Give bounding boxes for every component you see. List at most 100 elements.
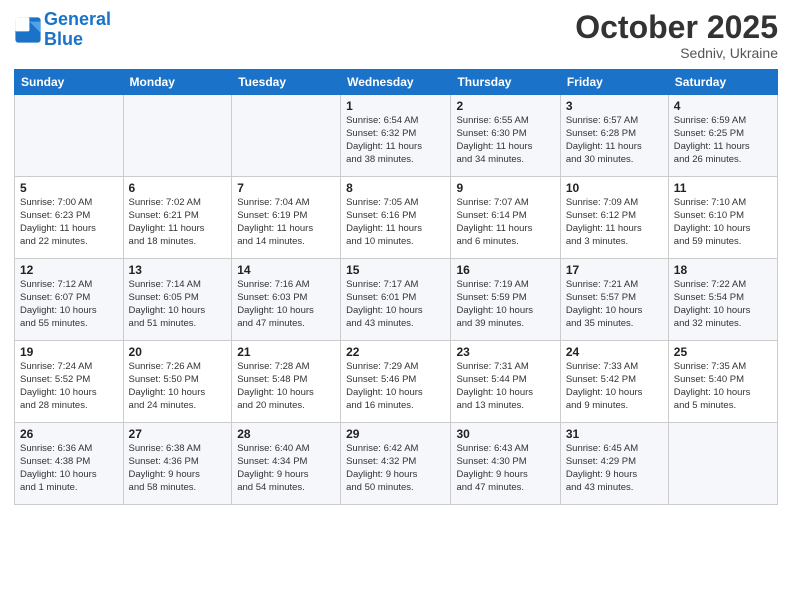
day-number: 11 [674, 181, 772, 195]
table-row: 11 Sunrise: 7:10 AM Sunset: 6:10 PM Dayli… [668, 177, 777, 259]
table-row: 17 Sunrise: 7:21 AM Sunset: 5:57 PM Dayli… [560, 259, 668, 341]
table-row: 6Sunrise: 7:02 AM Sunset: 6:21 PM Daylig… [123, 177, 232, 259]
day-number: 30 [456, 427, 554, 441]
title-block: October 2025 Sedniv, Ukraine [575, 10, 778, 61]
day-number: 14 [237, 263, 335, 277]
calendar-week-row: 5Sunrise: 7:00 AM Sunset: 6:23 PM Daylig… [15, 177, 778, 259]
day-number: 19 [20, 345, 118, 359]
table-row: 23 Sunrise: 7:31 AM Sunset: 5:44 PM Dayli… [451, 341, 560, 423]
calendar-week-row: 12 Sunrise: 7:12 AM Sunset: 6:07 PM Dayli… [15, 259, 778, 341]
table-row: 14Sunrise: 7:16 AM Sunset: 6:03 PM Dayli… [232, 259, 341, 341]
table-row: 15Sunrise: 7:17 AM Sunset: 6:01 PM Dayli… [341, 259, 451, 341]
day-number: 21 [237, 345, 335, 359]
day-number: 2 [456, 99, 554, 113]
day-info: Sunrise: 7:07 AM Sunset: 6:14 PM Dayligh… [456, 197, 554, 248]
table-row: 31 Sunrise: 6:45 AM Sunset: 4:29 PM Dayli… [560, 423, 668, 505]
day-info: Sunrise: 7:31 AM Sunset: 5:44 PM Dayligh… [456, 361, 554, 412]
col-monday: Monday [123, 70, 232, 95]
table-row [668, 423, 777, 505]
day-number: 24 [566, 345, 663, 359]
table-row: 20Sunrise: 7:26 AM Sunset: 5:50 PM Dayli… [123, 341, 232, 423]
col-saturday: Saturday [668, 70, 777, 95]
logo: General Blue [14, 10, 111, 50]
table-row: 5Sunrise: 7:00 AM Sunset: 6:23 PM Daylig… [15, 177, 124, 259]
day-number: 5 [20, 181, 118, 195]
table-row: 25 Sunrise: 7:35 AM Sunset: 5:40 PM Dayli… [668, 341, 777, 423]
day-number: 26 [20, 427, 118, 441]
table-row: 16 Sunrise: 7:19 AM Sunset: 5:59 PM Dayli… [451, 259, 560, 341]
day-number: 22 [346, 345, 445, 359]
day-info: Sunrise: 6:42 AM Sunset: 4:32 PM Dayligh… [346, 443, 445, 494]
table-row: 27 Sunrise: 6:38 AM Sunset: 4:36 PM Dayli… [123, 423, 232, 505]
calendar-week-row: 1 Sunrise: 6:54 AM Sunset: 6:32 PM Daylig… [15, 95, 778, 177]
table-row: 24Sunrise: 7:33 AM Sunset: 5:42 PM Dayli… [560, 341, 668, 423]
logo-icon [14, 16, 42, 44]
logo-blue: Blue [44, 29, 83, 49]
page: General Blue October 2025 Sedniv, Ukrain… [0, 0, 792, 612]
day-info: Sunrise: 6:38 AM Sunset: 4:36 PM Dayligh… [129, 443, 227, 494]
day-number: 25 [674, 345, 772, 359]
day-info: Sunrise: 7:35 AM Sunset: 5:40 PM Dayligh… [674, 361, 772, 412]
day-info: Sunrise: 7:04 AM Sunset: 6:19 PM Dayligh… [237, 197, 335, 248]
day-number: 9 [456, 181, 554, 195]
day-info: Sunrise: 7:10 AM Sunset: 6:10 PM Dayligh… [674, 197, 772, 248]
day-number: 16 [456, 263, 554, 277]
day-number: 13 [129, 263, 227, 277]
table-row: 29Sunrise: 6:42 AM Sunset: 4:32 PM Dayli… [341, 423, 451, 505]
table-row: 3 Sunrise: 6:57 AM Sunset: 6:28 PM Daylig… [560, 95, 668, 177]
table-row [123, 95, 232, 177]
day-info: Sunrise: 6:55 AM Sunset: 6:30 PM Dayligh… [456, 115, 554, 166]
table-row: 9 Sunrise: 7:07 AM Sunset: 6:14 PM Daylig… [451, 177, 560, 259]
table-row: 8 Sunrise: 7:05 AM Sunset: 6:16 PM Daylig… [341, 177, 451, 259]
day-info: Sunrise: 6:59 AM Sunset: 6:25 PM Dayligh… [674, 115, 772, 166]
month-title: October 2025 [575, 10, 778, 45]
day-info: Sunrise: 7:12 AM Sunset: 6:07 PM Dayligh… [20, 279, 118, 330]
table-row: 21Sunrise: 7:28 AM Sunset: 5:48 PM Dayli… [232, 341, 341, 423]
header: General Blue October 2025 Sedniv, Ukrain… [14, 10, 778, 61]
day-number: 20 [129, 345, 227, 359]
table-row: 7 Sunrise: 7:04 AM Sunset: 6:19 PM Daylig… [232, 177, 341, 259]
day-info: Sunrise: 6:45 AM Sunset: 4:29 PM Dayligh… [566, 443, 663, 494]
day-info: Sunrise: 6:54 AM Sunset: 6:32 PM Dayligh… [346, 115, 445, 166]
day-info: Sunrise: 7:05 AM Sunset: 6:16 PM Dayligh… [346, 197, 445, 248]
day-info: Sunrise: 7:17 AM Sunset: 6:01 PM Dayligh… [346, 279, 445, 330]
logo-text: General Blue [44, 10, 111, 50]
day-info: Sunrise: 7:22 AM Sunset: 5:54 PM Dayligh… [674, 279, 772, 330]
day-number: 7 [237, 181, 335, 195]
day-number: 28 [237, 427, 335, 441]
table-row [15, 95, 124, 177]
table-row: 1 Sunrise: 6:54 AM Sunset: 6:32 PM Daylig… [341, 95, 451, 177]
day-info: Sunrise: 7:19 AM Sunset: 5:59 PM Dayligh… [456, 279, 554, 330]
day-number: 23 [456, 345, 554, 359]
day-info: Sunrise: 7:24 AM Sunset: 5:52 PM Dayligh… [20, 361, 118, 412]
day-number: 27 [129, 427, 227, 441]
day-number: 17 [566, 263, 663, 277]
day-number: 31 [566, 427, 663, 441]
col-wednesday: Wednesday [341, 70, 451, 95]
day-number: 6 [129, 181, 227, 195]
day-info: Sunrise: 6:40 AM Sunset: 4:34 PM Dayligh… [237, 443, 335, 494]
day-info: Sunrise: 7:14 AM Sunset: 6:05 PM Dayligh… [129, 279, 227, 330]
day-info: Sunrise: 6:43 AM Sunset: 4:30 PM Dayligh… [456, 443, 554, 494]
day-number: 1 [346, 99, 445, 113]
day-number: 4 [674, 99, 772, 113]
day-number: 3 [566, 99, 663, 113]
day-number: 8 [346, 181, 445, 195]
col-thursday: Thursday [451, 70, 560, 95]
table-row: 30 Sunrise: 6:43 AM Sunset: 4:30 PM Dayli… [451, 423, 560, 505]
day-info: Sunrise: 7:29 AM Sunset: 5:46 PM Dayligh… [346, 361, 445, 412]
col-tuesday: Tuesday [232, 70, 341, 95]
day-number: 10 [566, 181, 663, 195]
table-row [232, 95, 341, 177]
calendar-week-row: 19 Sunrise: 7:24 AM Sunset: 5:52 PM Dayli… [15, 341, 778, 423]
table-row: 26Sunrise: 6:36 AM Sunset: 4:38 PM Dayli… [15, 423, 124, 505]
table-row: 28 Sunrise: 6:40 AM Sunset: 4:34 PM Dayli… [232, 423, 341, 505]
day-info: Sunrise: 7:21 AM Sunset: 5:57 PM Dayligh… [566, 279, 663, 330]
table-row: 22 Sunrise: 7:29 AM Sunset: 5:46 PM Dayli… [341, 341, 451, 423]
day-number: 18 [674, 263, 772, 277]
day-number: 12 [20, 263, 118, 277]
logo-general: General [44, 9, 111, 29]
table-row: 18 Sunrise: 7:22 AM Sunset: 5:54 PM Dayli… [668, 259, 777, 341]
location: Sedniv, Ukraine [575, 45, 778, 61]
day-info: Sunrise: 6:57 AM Sunset: 6:28 PM Dayligh… [566, 115, 663, 166]
